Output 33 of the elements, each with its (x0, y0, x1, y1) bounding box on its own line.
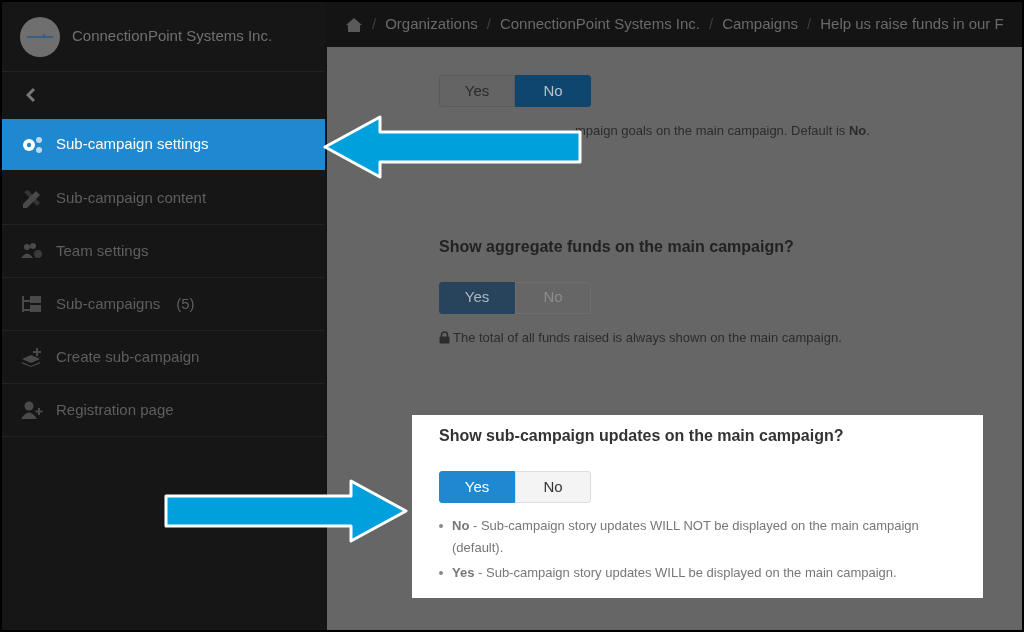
breadcrumb-separator: / (486, 14, 491, 35)
user-plus-icon (20, 400, 44, 420)
breadcrumb-link[interactable]: ConnectionPoint Systems Inc. (499, 13, 700, 36)
bullet-icon (439, 524, 443, 528)
sidebar-item[interactable]: Sub-campaign settings (2, 119, 325, 170)
toggle-option[interactable]: No (515, 471, 591, 503)
home-icon[interactable] (345, 16, 363, 33)
setting-question: Show sub-campaign updates on the main campaign? (439, 426, 845, 446)
sidebar-item[interactable]: Team settings (2, 225, 325, 278)
breadcrumb-separator: / (709, 14, 714, 35)
breadcrumb-link[interactable]: Help us raise funds in our F (820, 13, 1004, 36)
item-count: (5) (176, 293, 195, 314)
breadcrumb-separator: / (372, 14, 377, 35)
toggle-option[interactable]: Yes (439, 281, 515, 314)
sidebar-item[interactable]: Sub-campaigns (5) (2, 278, 325, 331)
organization-name: ConnectionPoint Systems Inc. (72, 26, 273, 47)
toggle-option[interactable]: Yes (439, 471, 515, 503)
team-icon (20, 241, 44, 261)
lock-icon (439, 330, 450, 344)
option-description: Yes - Sub-campaign story updates WILL be displayed on the main campaign. (452, 564, 897, 582)
sidebar-item[interactable]: Registration page (2, 384, 325, 437)
breadcrumb-link[interactable]: Campaigns (722, 13, 799, 36)
toggle-option[interactable]: Yes (439, 75, 515, 107)
folder-tree-icon (20, 294, 44, 314)
option-description: No - Sub-campaign story updates WILL NOT be displayed on the main campaign (default). (452, 517, 920, 557)
layers-plus-icon (20, 347, 44, 367)
bullet-icon (439, 571, 443, 575)
setting-question: Show aggregate funds on the main campaign? (439, 236, 795, 257)
toggle-option[interactable]: No (515, 75, 591, 107)
breadcrumb-separator: / (807, 14, 812, 35)
sidebar-item[interactable]: Sub-campaign content (2, 172, 325, 225)
breadcrumb-link[interactable]: Organizations (385, 13, 478, 36)
back-chevron-icon[interactable] (26, 86, 36, 103)
